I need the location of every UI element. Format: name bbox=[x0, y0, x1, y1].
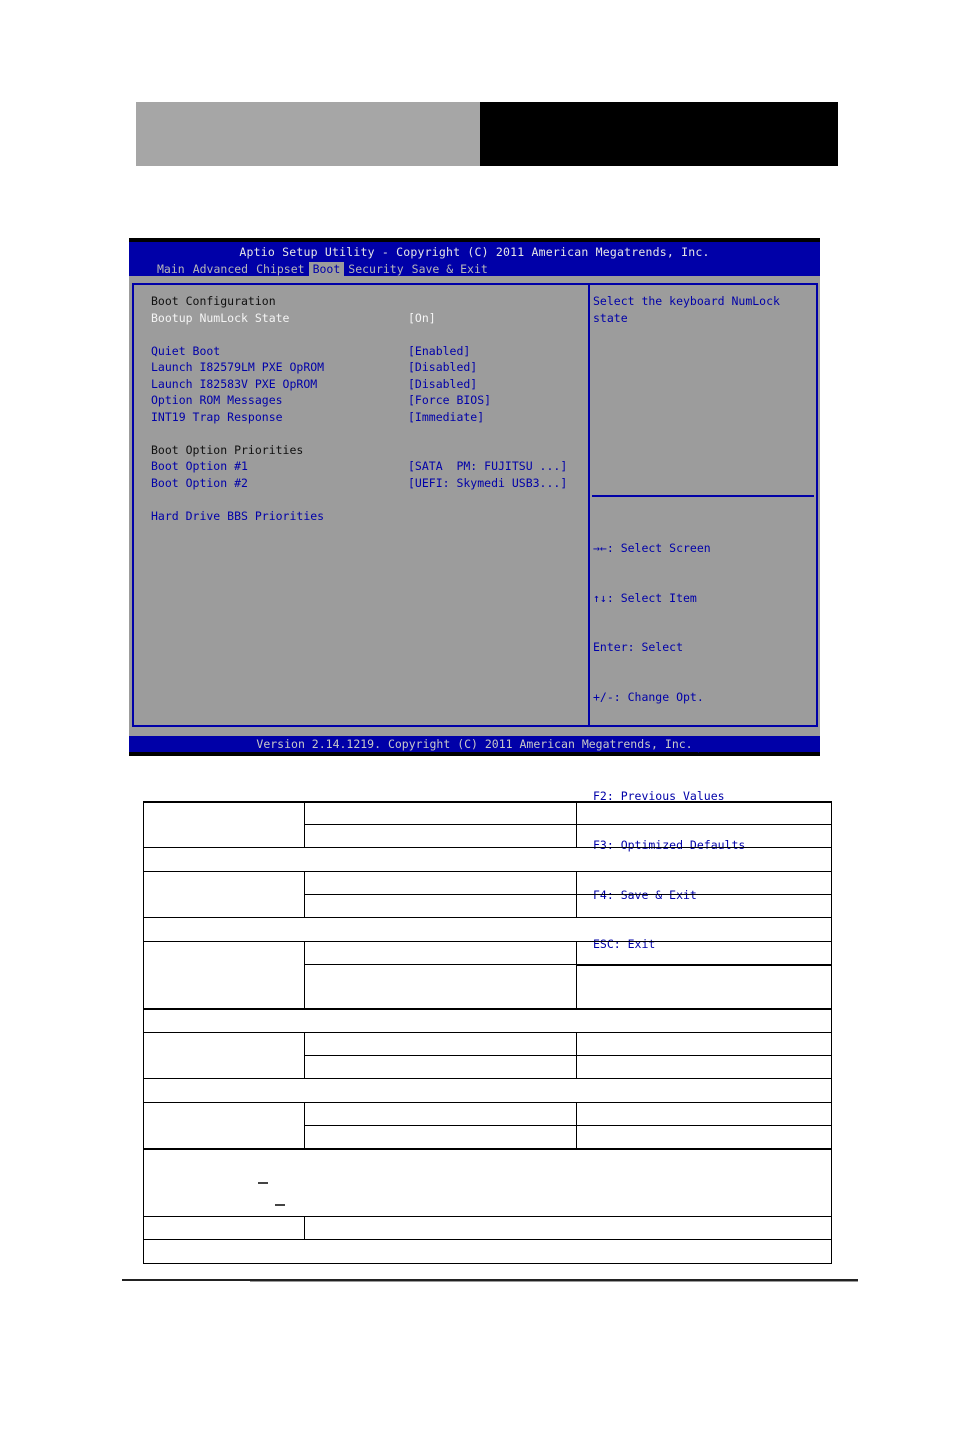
table-cell bbox=[304, 1125, 577, 1149]
dash-mark bbox=[275, 1204, 285, 1206]
setting-label: Boot Option #2 bbox=[151, 475, 248, 490]
table-cell bbox=[143, 941, 305, 1010]
bios-setup-screen: Aptio Setup Utility - Copyright (C) 2011… bbox=[129, 238, 820, 951]
bios-body: Boot Configuration Bootup NumLock State … bbox=[129, 276, 820, 951]
setting-boot-option-2[interactable]: Boot Option #2 [UEFI: Skymedi USB3...] bbox=[151, 475, 567, 491]
table-row-span bbox=[143, 1008, 832, 1033]
setting-quiet-boot[interactable]: Quiet Boot [Enabled] bbox=[151, 343, 470, 359]
table-cell bbox=[576, 1125, 832, 1149]
help-panel: Select the keyboard NumLock state →←: Se… bbox=[588, 283, 818, 951]
dash-mark bbox=[258, 1182, 268, 1184]
table-cell bbox=[576, 1102, 832, 1126]
table-row-span bbox=[143, 1239, 832, 1264]
tab-advanced[interactable]: Advanced bbox=[189, 262, 252, 276]
section-heading-boot-option-priorities: Boot Option Priorities bbox=[151, 442, 304, 457]
table-cell bbox=[576, 824, 832, 848]
key-select-item: ↑↓: Select Item bbox=[593, 590, 697, 605]
table-note-block bbox=[143, 1148, 832, 1217]
setting-value[interactable]: [On] bbox=[408, 310, 436, 326]
table-cell bbox=[576, 894, 832, 918]
table-cell bbox=[304, 1032, 577, 1056]
table-cell bbox=[304, 1216, 832, 1240]
setting-launch-i82579lm-pxe-oprom[interactable]: Launch I82579LM PXE OpROM [Disabled] bbox=[151, 359, 477, 375]
setting-label: Boot Option #1 bbox=[151, 459, 248, 473]
setting-int19-trap-response[interactable]: INT19 Trap Response [Immediate] bbox=[151, 409, 484, 425]
table-cell bbox=[143, 1032, 305, 1079]
table-cell bbox=[304, 1055, 577, 1079]
setting-label: INT19 Trap Response bbox=[151, 409, 283, 424]
footer-rule-shadow bbox=[250, 1281, 858, 1282]
table-cell bbox=[576, 801, 832, 825]
tab-security[interactable]: Security bbox=[344, 262, 407, 276]
setting-value[interactable]: [SATA PM: FUJITSU ...] bbox=[408, 458, 567, 474]
setting-option-rom-messages[interactable]: Option ROM Messages [Force BIOS] bbox=[151, 392, 491, 408]
page-header-right-band bbox=[480, 102, 838, 166]
table-cell bbox=[143, 801, 305, 848]
table-row-span bbox=[143, 1078, 832, 1103]
table-cell bbox=[576, 964, 832, 1010]
table-cell bbox=[576, 941, 832, 965]
setting-value[interactable]: [Enabled] bbox=[408, 343, 470, 359]
table-cell bbox=[304, 824, 577, 848]
tab-save-exit[interactable]: Save & Exit bbox=[408, 262, 492, 276]
table-row-span bbox=[143, 847, 832, 872]
setting-value[interactable]: [Immediate] bbox=[408, 409, 484, 425]
key-select-screen: →←: Select Screen bbox=[593, 541, 711, 555]
setting-launch-i82583v-pxe-oprom[interactable]: Launch I82583V PXE OpROM [Disabled] bbox=[151, 376, 477, 392]
table-cell bbox=[304, 964, 577, 1010]
tab-main[interactable]: Main bbox=[153, 262, 189, 276]
tab-boot[interactable]: Boot bbox=[308, 262, 345, 276]
setting-label: Quiet Boot bbox=[151, 343, 221, 358]
options-table bbox=[143, 801, 832, 1264]
setting-value[interactable]: [Force BIOS] bbox=[408, 392, 491, 408]
setting-value[interactable]: [Disabled] bbox=[408, 359, 477, 375]
tab-chipset[interactable]: Chipset bbox=[252, 262, 308, 276]
setting-value[interactable]: [UEFI: Skymedi USB3...] bbox=[408, 475, 567, 491]
table-cell bbox=[576, 1055, 832, 1079]
key-change-opt: +/-: Change Opt. bbox=[593, 689, 704, 704]
table-cell bbox=[576, 1032, 832, 1056]
submenu-hard-drive-bbs-priorities[interactable]: Hard Drive BBS Priorities bbox=[151, 508, 324, 524]
table-cell bbox=[304, 894, 577, 918]
bios-title: Aptio Setup Utility - Copyright (C) 2011… bbox=[239, 245, 710, 259]
help-divider bbox=[592, 495, 814, 497]
setting-label: Launch I82583V PXE OpROM bbox=[151, 376, 318, 391]
setting-bootup-numlock-state[interactable]: Bootup NumLock State [On] bbox=[151, 310, 436, 326]
setting-label: Bootup NumLock State bbox=[151, 310, 290, 325]
bios-title-bar: Aptio Setup Utility - Copyright (C) 2011… bbox=[129, 242, 820, 276]
setting-label: Launch I82579LM PXE OpROM bbox=[151, 360, 325, 374]
setting-label: Option ROM Messages bbox=[151, 393, 283, 407]
setting-value[interactable]: [Disabled] bbox=[408, 376, 477, 392]
key-enter-select: Enter: Select bbox=[593, 640, 684, 654]
table-cell bbox=[304, 1102, 577, 1126]
settings-panel: Boot Configuration Bootup NumLock State … bbox=[132, 283, 590, 727]
table-cell bbox=[304, 801, 577, 825]
table-cell bbox=[304, 871, 577, 895]
setting-boot-option-1[interactable]: Boot Option #1 [SATA PM: FUJITSU ...] bbox=[151, 458, 567, 474]
table-cell bbox=[304, 941, 577, 965]
bios-tab-bar: Main Advanced Chipset Boot Security Save… bbox=[153, 262, 492, 276]
table-cell bbox=[143, 1102, 305, 1149]
table-cell bbox=[576, 871, 832, 895]
table-cell bbox=[143, 871, 305, 918]
table-row-span bbox=[143, 917, 832, 942]
bios-footer-bar: Version 2.14.1219. Copyright (C) 2011 Am… bbox=[129, 736, 820, 752]
bios-version-text: Version 2.14.1219. Copyright (C) 2011 Am… bbox=[256, 737, 693, 751]
item-help-text: Select the keyboard NumLock state bbox=[593, 294, 787, 325]
section-heading-boot-configuration: Boot Configuration bbox=[151, 294, 276, 308]
page-header-left-band bbox=[136, 102, 480, 166]
table-cell bbox=[143, 1216, 305, 1240]
setting-label: Hard Drive BBS Priorities bbox=[151, 508, 325, 523]
